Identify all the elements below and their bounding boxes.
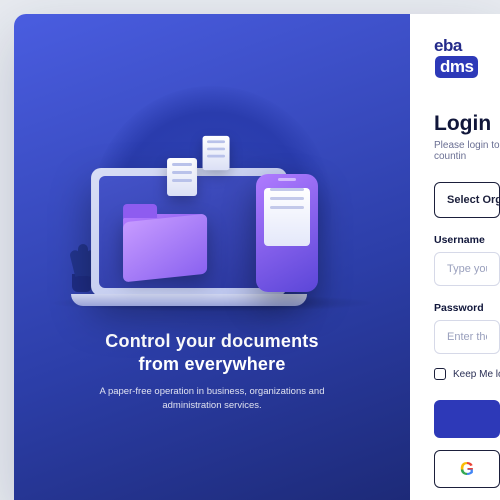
hero-headline: Control your documents from everywhere	[42, 330, 382, 375]
password-label: Password	[434, 302, 500, 314]
username-input[interactable]	[447, 263, 487, 275]
password-field-wrap	[434, 320, 500, 354]
username-label: Username	[434, 234, 500, 246]
organization-select-label: Select Orgnization t	[447, 194, 500, 206]
organization-select[interactable]: Select Orgnization t	[434, 182, 500, 218]
login-button[interactable]	[434, 400, 500, 438]
login-panel: ebadms Login Please login to countin Sel…	[410, 14, 500, 500]
hero-illustration	[42, 128, 382, 318]
checkbox-icon[interactable]	[434, 368, 446, 380]
brand-logo: ebadms	[434, 36, 500, 78]
login-subtitle: Please login to countin	[434, 140, 500, 162]
google-icon: G	[460, 459, 474, 480]
hero-subtext: A paper-free operation in business, orga…	[82, 385, 342, 414]
folder-icon	[123, 214, 207, 274]
username-field-wrap	[434, 252, 500, 286]
google-login-button[interactable]: G	[434, 450, 500, 488]
password-input[interactable]	[447, 331, 487, 343]
login-title: Login	[434, 112, 500, 136]
plant-icon	[72, 274, 92, 292]
phone-icon	[256, 174, 318, 292]
hero-panel: Control your documents from everywhere A…	[14, 14, 410, 500]
remember-me[interactable]: Keep Me logged in for 3	[434, 368, 500, 380]
remember-me-label: Keep Me logged in for 3	[453, 369, 500, 380]
app-card: Control your documents from everywhere A…	[14, 14, 500, 500]
